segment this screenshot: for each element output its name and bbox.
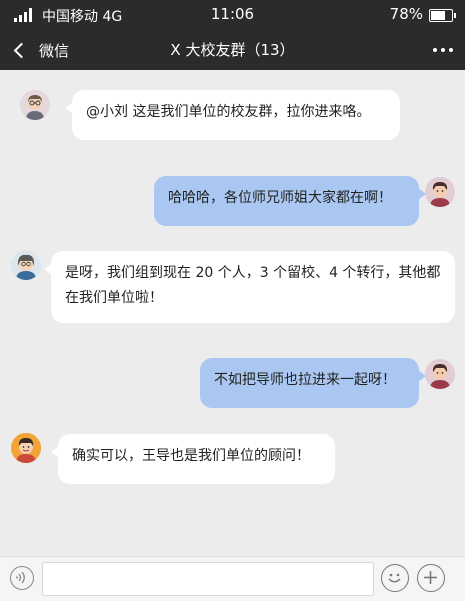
avatar-self[interactable] <box>425 359 455 389</box>
status-bar: 中国移动 4G 11:06 78% <box>0 0 465 30</box>
message-bubble[interactable]: 确实可以，王导也是我们单位的顾问！ <box>51 434 335 484</box>
message-bubble[interactable]: 不如把导师也拉进来一起呀！ <box>200 358 426 408</box>
chat-title: X 大校友群（13） <box>170 41 295 59</box>
chat-area[interactable]: @小刘 这是我们单位的校友群，拉你进来咯。 哈哈哈，各位师兄师姐大家都在啊！ 是… <box>0 70 465 556</box>
message-bubble[interactable]: 是呀，我们组到现在 20 个人，3 个留校、4 个转行，其他都在我们单位啦！ <box>44 251 455 323</box>
battery-fill <box>431 11 445 20</box>
message-text: 不如把导师也拉进来一起呀！ <box>214 372 396 388</box>
message-text: 确实可以，王导也是我们单位的顾问！ <box>72 448 310 464</box>
message-text: 是呀，我们组到现在 20 个人，3 个留校、4 个转行，其他都在我们单位啦！ <box>65 265 441 306</box>
message-input[interactable] <box>42 562 374 596</box>
plus-icon[interactable] <box>417 564 445 592</box>
emoji-icon[interactable] <box>381 564 409 592</box>
message-bubble[interactable]: 哈哈哈，各位师兄师姐大家都在啊！ <box>154 176 426 226</box>
message-bubble[interactable]: @小刘 这是我们单位的校友群，拉你进来咯。 <box>65 90 400 140</box>
battery-percent: 78% <box>389 5 423 23</box>
avatar-boy[interactable] <box>11 433 41 463</box>
more-options-icon[interactable] <box>433 48 453 52</box>
avatar-self[interactable] <box>425 177 455 207</box>
voice-icon[interactable] <box>10 566 34 590</box>
message-text: @小刘 这是我们单位的校友群，拉你进来咯。 <box>86 104 371 120</box>
avatar-woman[interactable] <box>11 250 41 280</box>
nav-bar: 微信 X 大校友群（13） <box>0 30 465 70</box>
battery-icon <box>429 9 456 22</box>
input-bar <box>0 556 465 601</box>
message-text: 哈哈哈，各位师兄师姐大家都在啊！ <box>168 190 392 206</box>
avatar-glasses-man[interactable] <box>20 90 50 120</box>
